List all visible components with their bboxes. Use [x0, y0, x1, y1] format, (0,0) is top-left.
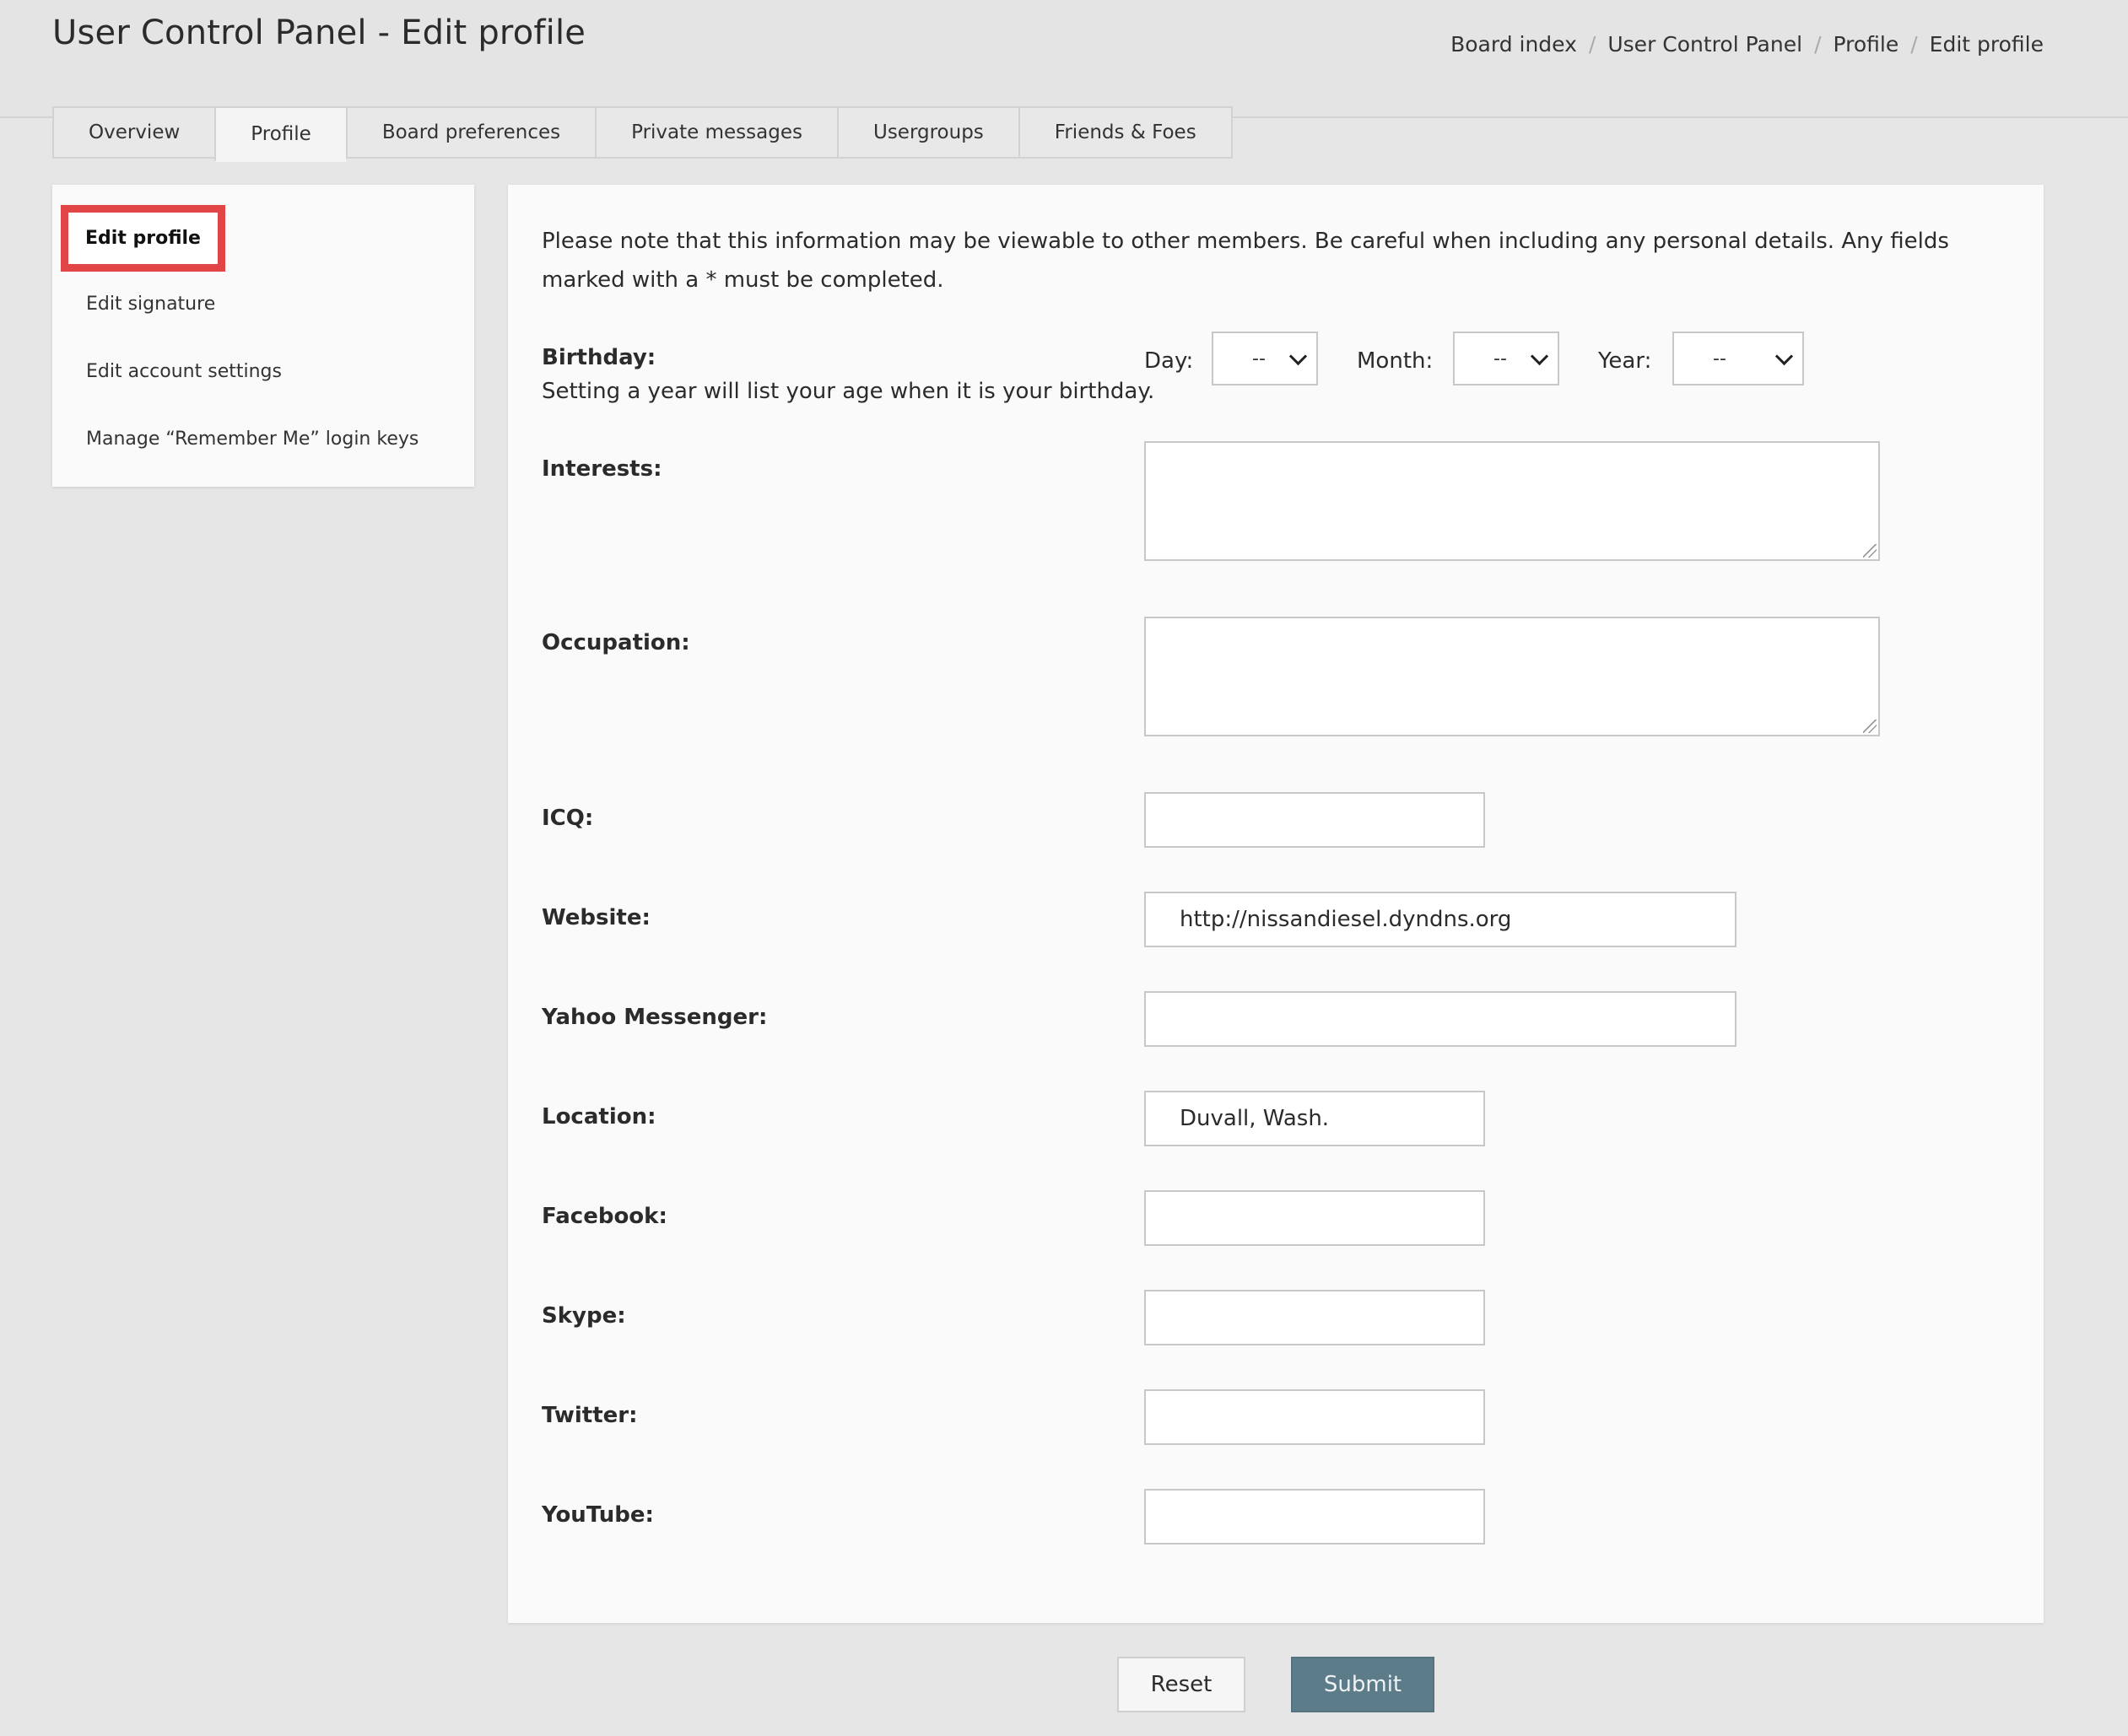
yahoo-messenger-input[interactable] [1144, 991, 1736, 1047]
breadcrumb-separator: / [1814, 32, 1822, 57]
year-select[interactable]: -- [1672, 332, 1804, 385]
resize-grip-icon[interactable] [1863, 544, 1877, 558]
yahoo-messenger-label: Yahoo Messenger: [542, 1005, 768, 1030]
reset-button[interactable]: Reset [1117, 1657, 1245, 1712]
breadcrumb-separator: / [1910, 32, 1918, 57]
month-select[interactable]: -- [1453, 332, 1559, 385]
year-select-value: -- [1713, 348, 1726, 369]
facebook-input[interactable] [1144, 1190, 1485, 1246]
chevron-down-icon [1530, 347, 1549, 365]
tab-private-messages[interactable]: Private messages [595, 106, 837, 159]
tab-friends-foes[interactable]: Friends & Foes [1018, 106, 1233, 159]
birthday-hint: Setting a year will list your age when i… [542, 379, 1155, 404]
ucp-tabs: Overview Profile Board preferences Priva… [52, 106, 1233, 162]
tab-usergroups[interactable]: Usergroups [836, 106, 1018, 159]
twitter-label: Twitter: [542, 1403, 638, 1428]
twitter-input[interactable] [1144, 1389, 1485, 1445]
privacy-note: Please note that this information may be… [542, 229, 1949, 293]
sidebar-item-remember-me-keys[interactable]: Manage “Remember Me” login keys [86, 429, 419, 450]
page-title: User Control Panel - Edit profile [52, 13, 586, 52]
sidebar-item-edit-profile[interactable]: Edit profile [61, 205, 225, 272]
skype-input[interactable] [1144, 1290, 1485, 1345]
sidebar-item-edit-account-settings[interactable]: Edit account settings [86, 361, 282, 382]
breadcrumb-user-control-panel[interactable]: User Control Panel [1607, 32, 1802, 57]
breadcrumb-separator: / [1588, 32, 1596, 57]
tab-board-preferences[interactable]: Board preferences [345, 106, 596, 159]
youtube-label: YouTube: [542, 1502, 654, 1528]
location-input[interactable]: Duvall, Wash. [1144, 1091, 1485, 1146]
breadcrumb-profile[interactable]: Profile [1834, 32, 1899, 57]
year-label: Year: [1598, 348, 1652, 374]
location-value: Duvall, Wash. [1180, 1106, 1330, 1131]
resize-grip-icon[interactable] [1863, 720, 1877, 733]
submit-button[interactable]: Submit [1291, 1657, 1434, 1712]
tab-overview[interactable]: Overview [52, 106, 215, 159]
interests-label: Interests: [542, 456, 662, 482]
day-label: Day: [1144, 348, 1194, 374]
day-select[interactable]: -- [1212, 332, 1318, 385]
occupation-textarea[interactable] [1144, 617, 1880, 736]
website-label: Website: [542, 905, 651, 930]
occupation-label: Occupation: [542, 630, 690, 655]
chevron-down-icon [1288, 347, 1308, 365]
tab-profile[interactable]: Profile [214, 106, 346, 162]
website-input[interactable]: http://nissandiesel.dyndns.org [1144, 892, 1736, 947]
icq-label: ICQ: [542, 806, 594, 831]
icq-input[interactable] [1144, 792, 1485, 848]
breadcrumb: Board index / User Control Panel / Profi… [1450, 32, 2044, 57]
youtube-input[interactable] [1144, 1489, 1485, 1545]
interests-textarea[interactable] [1144, 441, 1880, 561]
birthday-label: Birthday: [542, 345, 656, 370]
sidebar: Edit profile Edit signature Edit account… [52, 185, 474, 487]
location-label: Location: [542, 1104, 656, 1129]
facebook-label: Facebook: [542, 1204, 667, 1229]
chevron-down-icon [1774, 347, 1794, 365]
edit-profile-panel: Please note that this information may be… [508, 185, 2044, 1623]
website-value: http://nissandiesel.dyndns.org [1180, 907, 1512, 932]
sidebar-item-edit-signature[interactable]: Edit signature [86, 294, 215, 315]
skype-label: Skype: [542, 1303, 626, 1329]
day-select-value: -- [1252, 348, 1266, 369]
breadcrumb-board-index[interactable]: Board index [1450, 32, 1577, 57]
month-label: Month: [1357, 348, 1434, 374]
month-select-value: -- [1493, 348, 1507, 369]
breadcrumb-edit-profile[interactable]: Edit profile [1930, 32, 2044, 57]
